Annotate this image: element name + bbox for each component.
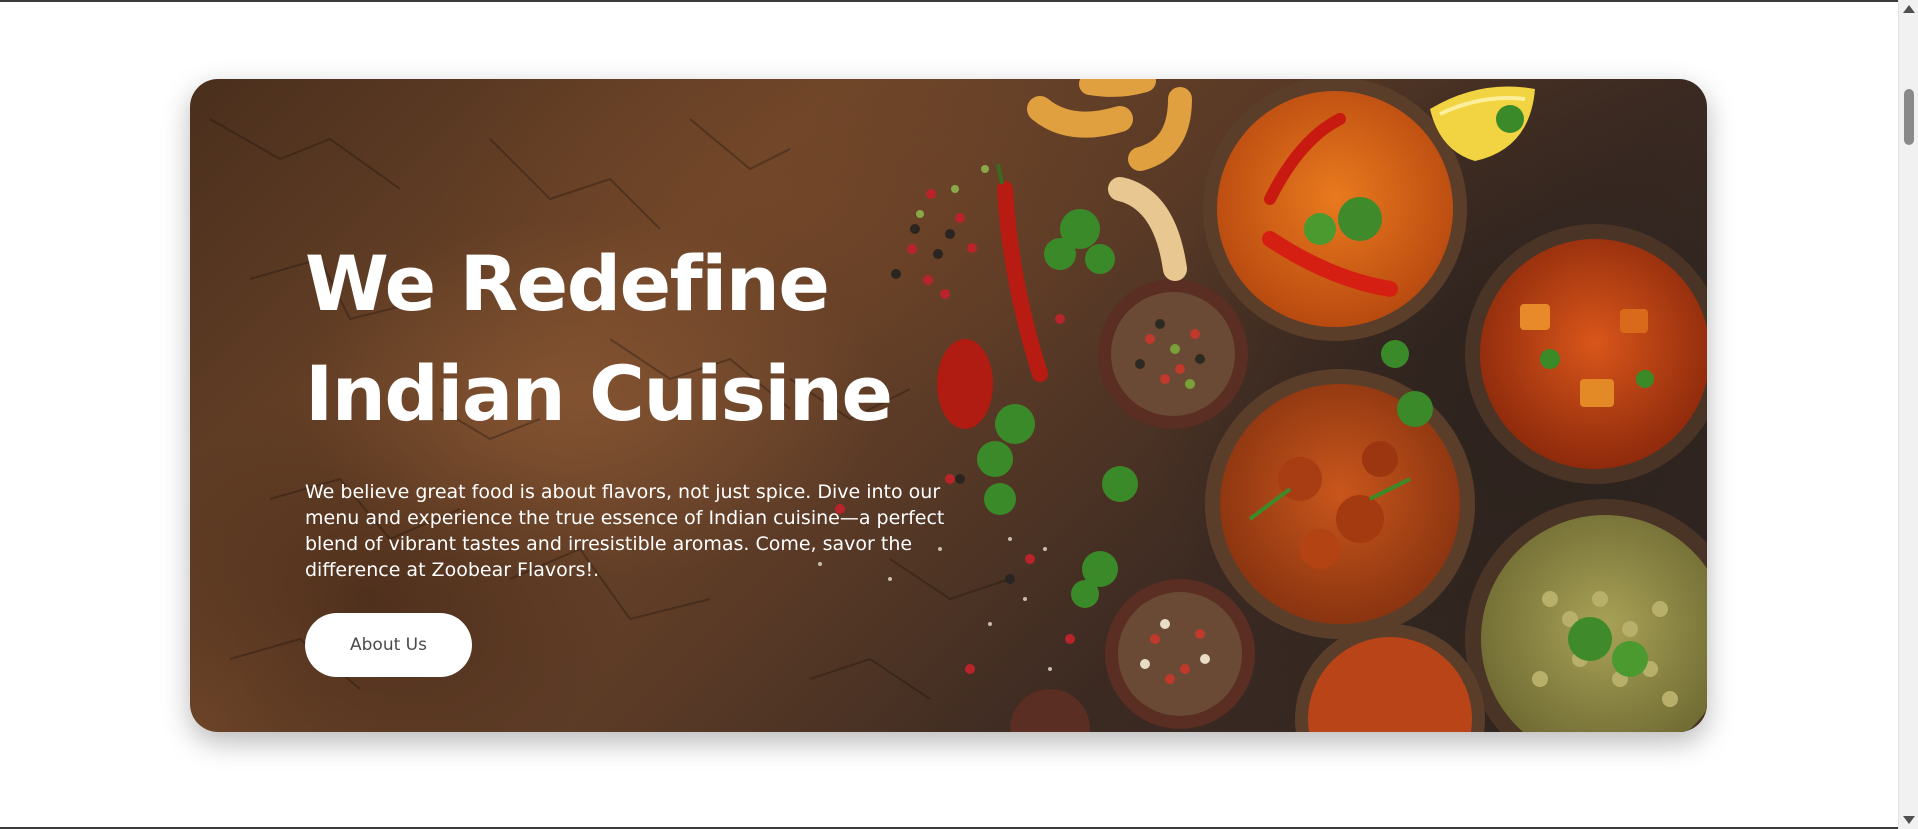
scrollbar-thumb[interactable]	[1904, 89, 1914, 145]
scroll-up-arrow-icon[interactable]	[1903, 5, 1915, 13]
page: We Redefine Indian Cuisine We believe gr…	[0, 0, 1918, 829]
hero-title: We Redefine Indian Cuisine	[305, 229, 1005, 449]
scroll-down-arrow-icon[interactable]	[1903, 816, 1915, 824]
hero-description: We believe great food is about flavors, …	[305, 481, 945, 581]
hero-title-line-1: We Redefine	[305, 239, 830, 328]
about-us-button[interactable]: About Us	[305, 613, 472, 677]
hero-banner: We Redefine Indian Cuisine We believe gr…	[190, 79, 1707, 732]
vertical-scrollbar[interactable]	[1898, 0, 1918, 829]
window-top-border	[0, 0, 1898, 2]
hero-content: We Redefine Indian Cuisine We believe gr…	[305, 229, 1005, 677]
hero-title-line-2: Indian Cuisine	[305, 349, 893, 438]
